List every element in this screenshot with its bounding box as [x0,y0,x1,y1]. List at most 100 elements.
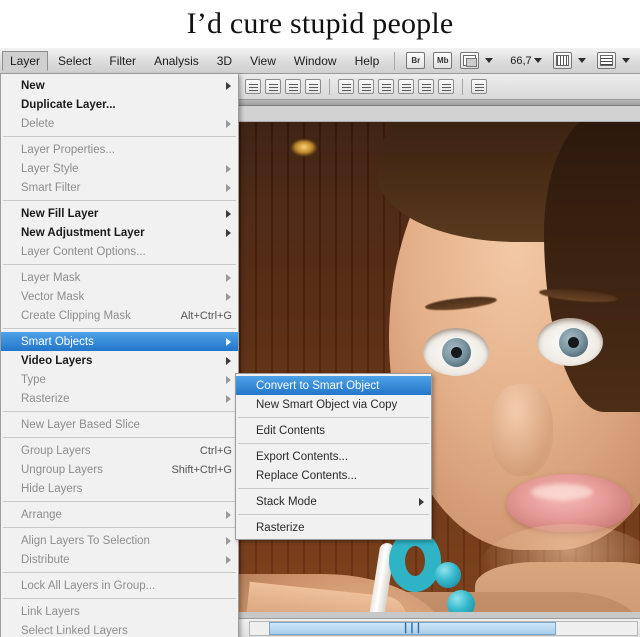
align-horizontal-centers-icon[interactable] [265,79,281,94]
necklace-bead [447,590,475,612]
menu-window[interactable]: Window [286,51,345,71]
layer-menu-separator [3,328,236,329]
menu-item-shortcut: Alt+Ctrl+G [180,309,232,322]
layer-menu-item-new-fill-layer[interactable]: New Fill Layer [1,204,238,223]
menu-item-label: Layer Properties... [21,143,115,156]
menu-item-label: Video Layers [21,354,93,367]
menu-item-label: New Layer Based Slice [21,418,140,431]
smart-objects-submenu[interactable]: Convert to Smart Object New Smart Object … [235,373,432,540]
submenu-arrow-icon [226,164,231,173]
menu-analysis[interactable]: Analysis [146,51,207,71]
menu-item-label: New Smart Object via Copy [256,398,398,411]
layer-menu-item-arrange: Arrange [1,505,238,524]
menu-item-label: Type [21,373,46,386]
smart-objects-item-new-smart-object-via-copy[interactable]: New Smart Object via Copy [236,395,431,414]
menu-3d[interactable]: 3D [209,51,240,71]
submenu-arrow-icon [226,510,231,519]
layer-menu-separator [3,437,236,438]
layer-menu-item-lock-all-layers-in-group: Lock All Layers in Group... [1,576,238,595]
menu-item-label: Layer Style [21,162,79,175]
layer-menu-item-new[interactable]: New [1,76,238,95]
distribute-top-edges-icon[interactable] [338,79,354,94]
screen-mode-icon[interactable] [552,52,572,69]
menu-filter[interactable]: Filter [101,51,144,71]
layer-menu-item-distribute: Distribute [1,550,238,569]
layer-menu-item-create-clipping-mask: Create Clipping Mask Alt+Ctrl+G [1,306,238,325]
smart-objects-item-convert-to-smart-object[interactable]: Convert to Smart Object [236,376,431,395]
scrollbar-left-pad [239,619,247,637]
smart-objects-item-stack-mode[interactable]: Stack Mode [236,492,431,511]
view-extras-chevron-down-icon[interactable] [485,58,494,63]
submenu-arrow-icon [226,375,231,384]
menu-help[interactable]: Help [347,51,388,71]
menu-layer[interactable]: Layer [2,50,49,71]
menu-item-label: Replace Contents... [256,469,358,482]
layer-menu-item-rasterize: Rasterize [1,389,238,408]
layer-menu-item-video-layers[interactable]: Video Layers [1,351,238,370]
menu-item-label: Rasterize [21,392,70,405]
menu-item-label: Edit Contents [256,424,326,437]
menu-item-label: Duplicate Layer... [21,98,116,111]
arrange-documents-icon[interactable] [596,52,616,69]
screen-mode-chevron-down-icon[interactable] [577,58,586,63]
distribute-horizontal-centers-icon[interactable] [418,79,434,94]
scrollbar-thumb[interactable]: ┃┃┃ [269,621,556,635]
layer-menu-item-smart-objects[interactable]: Smart Objects [1,332,238,351]
distribute-left-edges-icon[interactable] [398,79,414,94]
smart-objects-item-edit-contents[interactable]: Edit Contents [236,421,431,440]
layer-menu-item-align-layers-to-selection: Align Layers To Selection [1,531,238,550]
submenu-arrow-icon [419,497,424,506]
menu-item-label: Ungroup Layers [21,463,103,476]
zoom-chevron-down-icon[interactable] [533,58,542,63]
horizontal-scrollbar[interactable]: ┃┃┃ [239,618,640,637]
menu-item-label: Lock All Layers in Group... [21,579,156,592]
submenu-arrow-icon [226,394,231,403]
layer-menu-item-group-layers: Group Layers Ctrl+G [1,441,238,460]
align-left-edges-icon[interactable] [245,79,261,94]
menubar-divider [394,51,396,70]
scrollbar-track[interactable]: ┃┃┃ [249,620,638,636]
layer-dropdown-menu[interactable]: New Duplicate Layer... Delete Layer Propert… [0,73,239,637]
align-top-edges-icon[interactable] [305,79,321,94]
smart-objects-item-rasterize[interactable]: Rasterize [236,518,431,537]
layer-menu-item-new-adjustment-layer[interactable]: New Adjustment Layer [1,223,238,242]
distribute-right-edges-icon[interactable] [438,79,454,94]
menu-item-shortcut: Shift+Ctrl+G [171,463,232,476]
align-right-edges-icon[interactable] [285,79,301,94]
nose [491,384,553,476]
layer-menu-separator [3,527,236,528]
submenu-arrow-icon [226,81,231,90]
submenu-arrow-icon [226,183,231,192]
layer-menu-item-layer-style: Layer Style [1,159,238,178]
submenu-arrow-icon [226,209,231,218]
smart-objects-item-replace-contents[interactable]: Replace Contents... [236,466,431,485]
auto-align-layers-icon[interactable] [471,79,487,94]
menu-item-label: Group Layers [21,444,91,457]
submenu-arrow-icon [226,228,231,237]
layer-menu-item-type: Type [1,370,238,389]
layer-menu-separator [3,572,236,573]
submenu-arrow-icon [226,356,231,365]
distribute-vertical-centers-icon[interactable] [358,79,374,94]
mini-bridge-icon[interactable]: Mb [433,52,453,69]
options-bar [239,74,640,100]
distribute-bottom-edges-icon[interactable] [378,79,394,94]
menu-view[interactable]: View [242,51,284,71]
smart-objects-item-export-contents[interactable]: Export Contents... [236,447,431,466]
layer-menu-item-duplicate-layer[interactable]: Duplicate Layer... [1,95,238,114]
layer-menu-separator [3,411,236,412]
submenu-arrow-icon [226,273,231,282]
menu-item-label: Smart Objects [21,335,94,348]
lamp-glow [291,140,317,156]
layer-menu-item-layer-properties: Layer Properties... [1,140,238,159]
bridge-icon[interactable]: Br [406,52,426,69]
view-extras-icon[interactable] [460,52,480,69]
layer-menu-separator [3,501,236,502]
menu-select[interactable]: Select [50,51,99,71]
layer-menu-item-select-linked-layers: Select Linked Layers [1,621,238,637]
menu-item-label: Delete [21,117,55,130]
arrange-documents-chevron-down-icon[interactable] [621,58,630,63]
menu-item-label: Create Clipping Mask [21,309,131,322]
layer-menu-item-layer-mask: Layer Mask [1,268,238,287]
submenu-arrow-icon [226,536,231,545]
